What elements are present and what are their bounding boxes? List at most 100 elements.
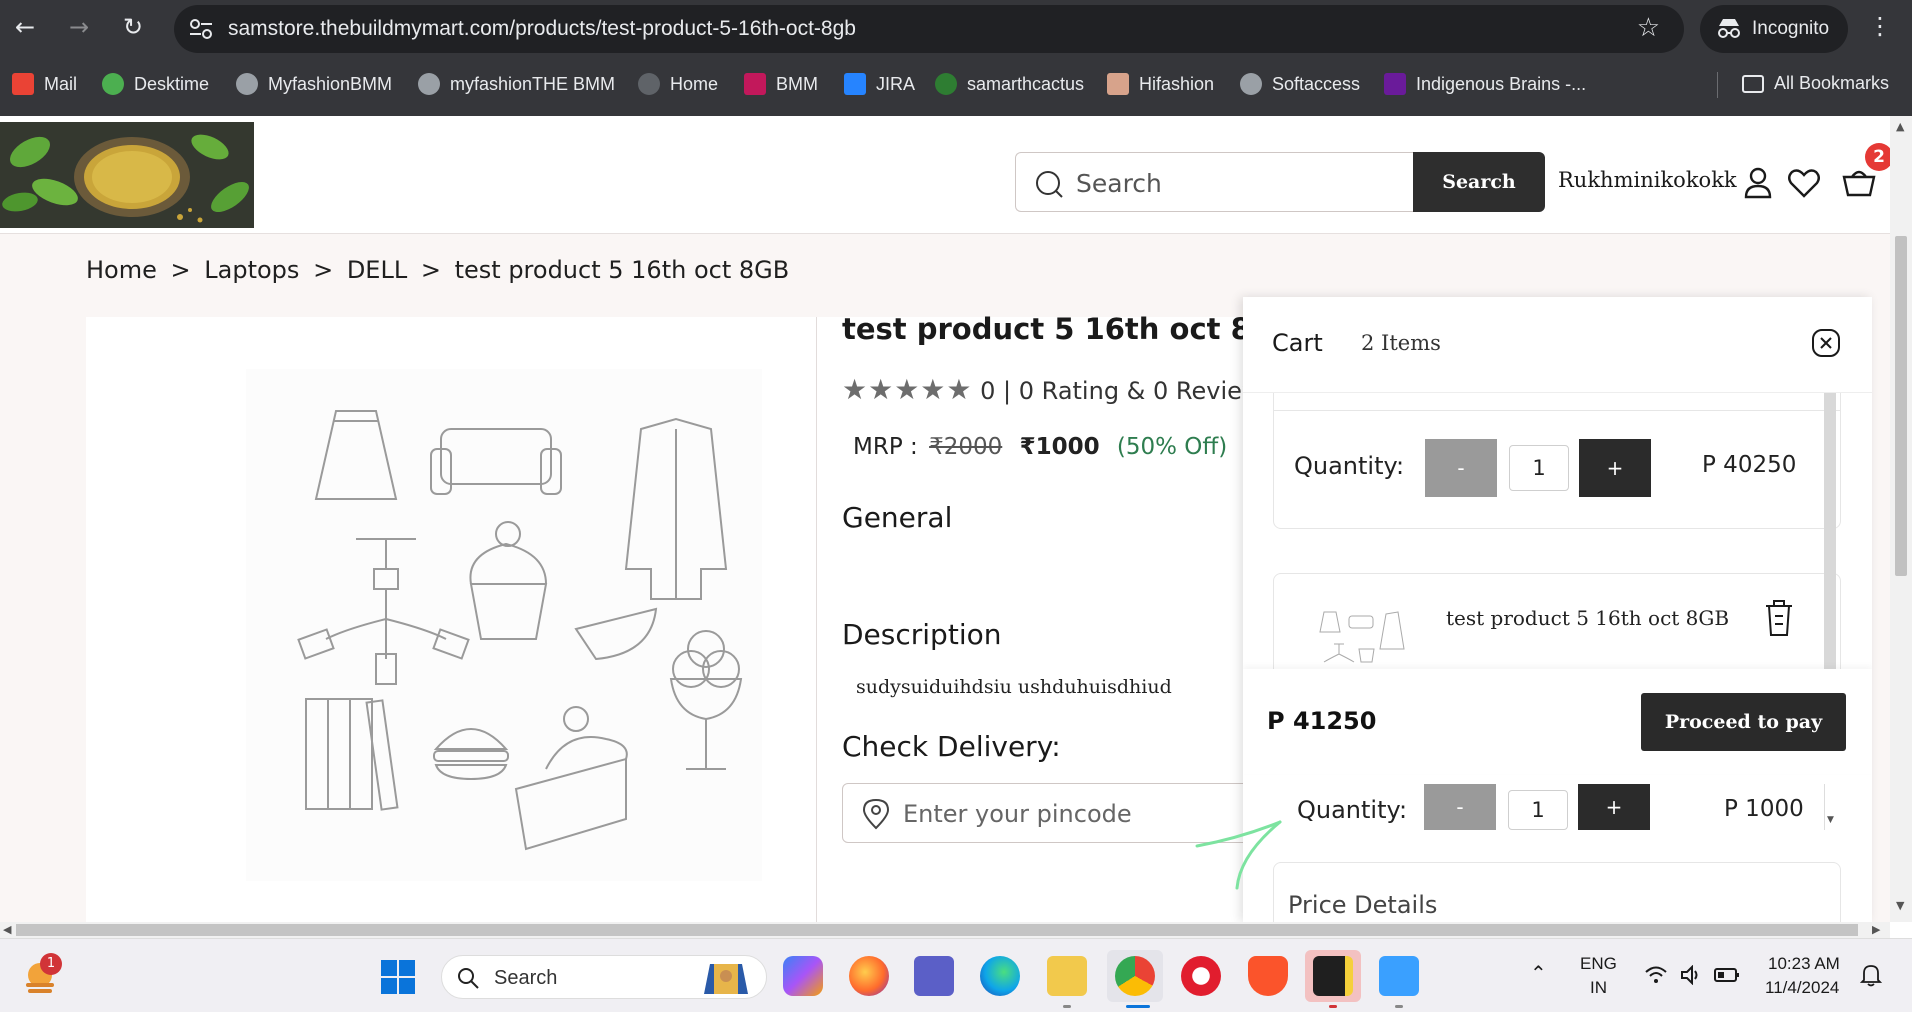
mrp-value: ₹2000 xyxy=(929,434,1003,460)
bookmark-softaccess[interactable]: Softaccess xyxy=(1240,73,1360,95)
opera-icon[interactable] xyxy=(1181,956,1221,996)
search-input[interactable] xyxy=(1076,165,1396,201)
bmm-icon xyxy=(744,73,766,95)
language-bottom[interactable]: IN xyxy=(1590,978,1607,998)
search-highlight-pharaoh-icon xyxy=(704,964,748,994)
firefox-icon[interactable] xyxy=(849,956,889,996)
active-window-indicator xyxy=(1126,1005,1150,1008)
brave-icon[interactable] xyxy=(1248,956,1288,996)
browser-menu-icon[interactable]: ⋮ xyxy=(1868,12,1892,40)
quantity-label: Quantity: xyxy=(1294,452,1405,480)
bookmark-myfashionbmm[interactable]: MyfashionBMM xyxy=(236,73,392,95)
taskbar-search[interactable]: Search xyxy=(441,955,767,999)
incognito-badge[interactable]: Incognito xyxy=(1700,5,1848,53)
bookmark-indigenous-brains[interactable]: Indigenous Brains -... xyxy=(1384,73,1586,95)
bookmark-samarthcactus[interactable]: samarthcactus xyxy=(935,73,1084,95)
scroll-right-arrow-icon[interactable]: ▶ xyxy=(1872,923,1880,936)
description-heading: Description xyxy=(842,618,1002,651)
incognito-label: Incognito xyxy=(1752,18,1830,39)
cart-list-scrollbar[interactable] xyxy=(1824,393,1836,673)
wishlist-heart-icon[interactable] xyxy=(1787,166,1821,200)
breadcrumb-separator: > xyxy=(420,256,441,284)
file-explorer-icon[interactable] xyxy=(1047,956,1087,996)
card-divider xyxy=(816,317,817,922)
wifi-icon[interactable] xyxy=(1644,965,1668,985)
edge-icon[interactable] xyxy=(980,956,1020,996)
bookmark-bmm[interactable]: BMM xyxy=(744,73,818,95)
sale-price: ₹1000 xyxy=(1019,434,1100,460)
language-top[interactable]: ENG xyxy=(1580,954,1617,974)
quantity-increase-button[interactable]: + xyxy=(1578,784,1650,830)
running-indicator xyxy=(1395,1005,1403,1008)
location-pin-icon xyxy=(862,798,890,830)
bookmark-myfashion-the-bmm[interactable]: myfashionTHE BMM xyxy=(418,73,615,95)
sticky-notes-icon[interactable] xyxy=(1313,956,1353,996)
copilot-icon[interactable] xyxy=(783,956,823,996)
breadcrumb-dell[interactable]: DELL xyxy=(347,256,407,284)
teams-icon[interactable] xyxy=(914,956,954,996)
notepad-icon[interactable] xyxy=(1379,956,1419,996)
forward-icon[interactable]: → xyxy=(62,10,96,44)
running-indicator xyxy=(1063,1005,1071,1008)
search-button[interactable]: Search xyxy=(1413,152,1545,212)
url-text[interactable]: samstore.thebuildmymart.com/products/tes… xyxy=(228,17,856,41)
site-settings-icon[interactable] xyxy=(188,17,214,41)
page-horizontal-scrollbar[interactable]: ◀ ▶ xyxy=(0,922,1890,938)
folder-icon xyxy=(1742,74,1764,93)
incognito-icon xyxy=(1718,19,1740,38)
trash-icon[interactable] xyxy=(1762,598,1796,638)
back-icon[interactable]: ← xyxy=(8,10,42,44)
description-text: sudysuiduihdsiu ushduhuisdhiud xyxy=(856,676,1172,698)
globe-icon xyxy=(638,73,660,95)
quantity-label: Quantity: xyxy=(1297,796,1408,824)
scroll-up-arrow-icon[interactable]: ▲ xyxy=(1896,120,1904,133)
notification-bell-icon[interactable] xyxy=(1860,963,1882,987)
quantity-decrease-button[interactable]: - xyxy=(1425,439,1497,497)
show-hidden-icons-chevron-icon[interactable]: ⌃ xyxy=(1530,961,1547,986)
cart-list-scroll-down-arrow[interactable]: ▼ xyxy=(1824,784,1836,830)
cart-icon[interactable] xyxy=(1842,166,1876,200)
clock-date[interactable]: 11/4/2024 xyxy=(1765,978,1839,998)
bookmark-desktime[interactable]: Desktime xyxy=(102,73,209,95)
windows-start-icon[interactable] xyxy=(380,959,416,995)
breadcrumb-home[interactable]: Home xyxy=(86,256,157,284)
cart-drawer: Cart 2 Items Quantity: - 1 + P 40250 tes… xyxy=(1243,297,1872,922)
bookmark-hifashion[interactable]: Hifashion xyxy=(1107,73,1214,95)
account-username[interactable]: Rukhminikokokk xyxy=(1558,168,1737,192)
quantity-value[interactable]: 1 xyxy=(1508,790,1568,830)
proceed-to-pay-button[interactable]: Proceed to pay xyxy=(1641,693,1846,751)
battery-icon[interactable] xyxy=(1714,967,1740,983)
reload-icon[interactable]: ↻ xyxy=(116,10,150,44)
jira-icon xyxy=(844,73,866,95)
clock-time[interactable]: 10:23 AM xyxy=(1768,954,1840,974)
all-bookmarks-button[interactable]: All Bookmarks xyxy=(1742,73,1889,94)
bookmark-home[interactable]: Home xyxy=(638,73,718,95)
pincode-input[interactable] xyxy=(903,796,1243,832)
product-image[interactable] xyxy=(246,369,762,881)
search-field[interactable] xyxy=(1015,152,1415,212)
breadcrumb-laptops[interactable]: Laptops xyxy=(204,256,299,284)
quantity-value[interactable]: 1 xyxy=(1509,445,1569,491)
scrollbar-thumb[interactable] xyxy=(1895,236,1907,576)
bookmark-star-icon[interactable]: ☆ xyxy=(1637,13,1660,43)
cart-item-count: 2 Items xyxy=(1361,331,1441,355)
quantity-decrease-button[interactable]: - xyxy=(1424,784,1496,830)
bookmark-jira[interactable]: JIRA xyxy=(844,73,915,95)
weather-notification-badge: 1 xyxy=(40,953,62,975)
running-indicator xyxy=(1329,1005,1337,1008)
close-icon[interactable] xyxy=(1811,328,1841,358)
taskbar-search-label: Search xyxy=(494,967,558,989)
volume-icon[interactable] xyxy=(1680,965,1702,985)
scroll-left-arrow-icon[interactable]: ◀ xyxy=(3,923,11,936)
bookmark-mail[interactable]: Mail xyxy=(12,73,77,95)
mrp-label: MRP : xyxy=(853,434,918,460)
scroll-down-arrow-icon[interactable]: ▼ xyxy=(1896,899,1904,912)
cart-item-name[interactable]: test product 5 16th oct 8GB xyxy=(1446,606,1729,630)
chrome-icon[interactable] xyxy=(1115,956,1155,996)
address-bar[interactable]: samstore.thebuildmymart.com/products/tes… xyxy=(174,5,1684,53)
quantity-increase-button[interactable]: + xyxy=(1579,439,1651,497)
page-vertical-scrollbar[interactable]: ▲ ▼ xyxy=(1890,116,1912,922)
site-logo[interactable] xyxy=(0,122,254,228)
scrollbar-thumb[interactable] xyxy=(16,924,1858,936)
user-icon[interactable] xyxy=(1741,166,1775,200)
